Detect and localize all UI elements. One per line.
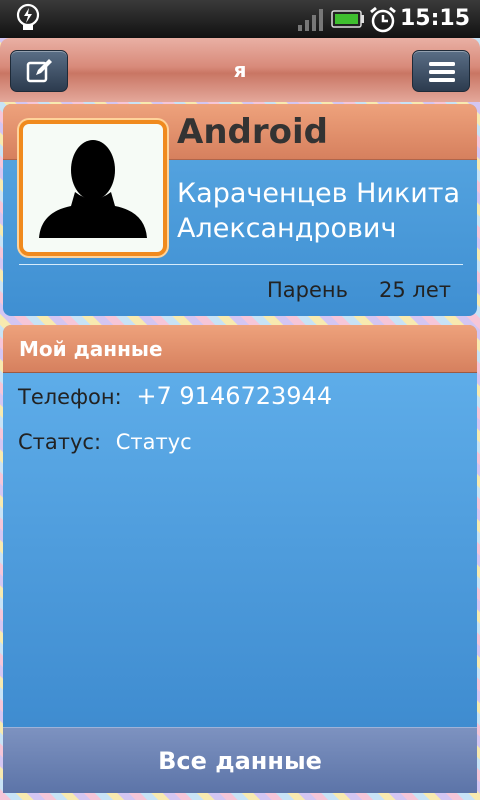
status-clock: 15:15 (399, 6, 470, 31)
my-data-card: Мой данные Телефон: +7 9146723944 Статус… (3, 325, 477, 727)
status-bar: 15:15 (0, 0, 480, 38)
profile-card: Android Караченцев Никита Александрович … (3, 104, 477, 316)
person-silhouette-icon (39, 140, 147, 238)
full-name-line-1: Караченцев Никита (177, 178, 461, 209)
full-name-line-2: Александрович (177, 213, 397, 244)
signal-icon (298, 9, 323, 31)
battery-icon (331, 10, 364, 28)
my-data-header: Мой данные (3, 325, 477, 373)
menu-icon (429, 62, 455, 82)
alarm-clock-icon (370, 6, 396, 33)
page-title: я (233, 58, 247, 82)
profile-age: 25 лет (379, 278, 451, 302)
status-value: Статус (115, 430, 192, 454)
profile-full-name: Караченцев Никита Александрович (177, 176, 460, 246)
menu-button[interactable] (412, 50, 470, 92)
lightbulb-icon (16, 3, 40, 30)
profile-gender: Парень (267, 278, 349, 302)
phone-label: Телефон: (18, 385, 122, 409)
all-data-label: Все данные (158, 747, 322, 775)
title-bar: я (0, 38, 480, 102)
status-row: Статус: Статус (18, 430, 192, 454)
avatar[interactable] (19, 120, 167, 256)
status-label: Статус: (18, 430, 102, 454)
my-data-title: Мой данные (19, 337, 163, 361)
profile-nickname: Android (177, 112, 328, 152)
all-data-button[interactable]: Все данные (3, 727, 477, 793)
profile-divider (19, 264, 463, 265)
phone-value[interactable]: +7 9146723944 (136, 382, 332, 410)
phone-row: Телефон: +7 9146723944 (18, 382, 332, 410)
